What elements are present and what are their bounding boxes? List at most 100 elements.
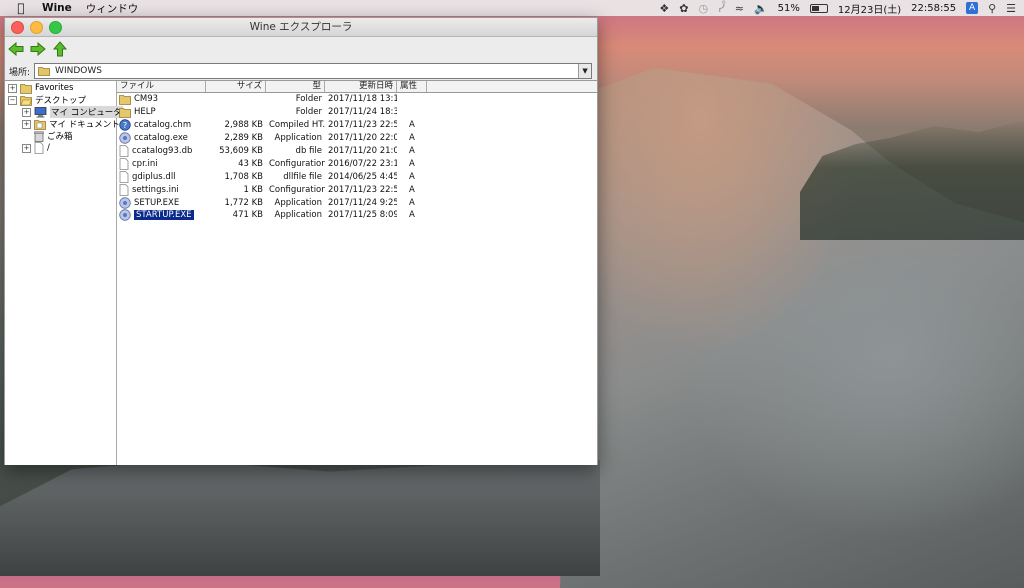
tree-expander[interactable]: − xyxy=(8,95,17,105)
column-attributes[interactable]: 属性 xyxy=(397,81,427,92)
file-type: db file xyxy=(295,146,322,156)
file-name-cell: gdiplus.dll xyxy=(117,170,206,183)
column-size[interactable]: サイズ xyxy=(206,81,266,92)
tree-expander[interactable]: + xyxy=(8,83,17,93)
file-type: Folder xyxy=(295,94,322,105)
tree-node[interactable]: + / xyxy=(22,142,50,154)
file-modified: 2017/11/24 9:25 xyxy=(328,197,397,208)
file-attributes: A xyxy=(409,171,415,182)
file-name: ccatalog.exe xyxy=(134,133,188,144)
battery-icon[interactable] xyxy=(809,3,828,13)
menubar-time[interactable]: 22:58:55 xyxy=(911,3,956,14)
file-row[interactable]: STARTUP.EXE 471 KB Application 2017/11/25 8… xyxy=(117,209,597,222)
trash-icon xyxy=(34,131,44,142)
tree-node[interactable]: − デスクトップ xyxy=(8,94,86,106)
file-size: 1,708 KB xyxy=(224,171,263,182)
tree-node-label: ごみ箱 xyxy=(47,132,73,142)
status-area: ❖ ✿ ◷ ᓮ ≈ 🔈 51% 12月23日(土) 22:58:55 A ⚲ ☰ xyxy=(659,0,1016,16)
file-row[interactable]: gdiplus.dll 1,708 KB dllfile file 2014/06/2… xyxy=(117,170,597,183)
tree-node[interactable]: ごみ箱 xyxy=(22,130,73,142)
location-dropdown-button[interactable]: ▼ xyxy=(578,64,592,78)
battery-percent[interactable]: 51% xyxy=(778,3,800,14)
evernote-icon[interactable]: ✿ xyxy=(679,2,688,15)
file-row[interactable]: HELP Folder 2017/11/24 18:39 xyxy=(117,106,597,119)
file-icon xyxy=(34,142,44,154)
location-label: 場所: xyxy=(9,67,31,78)
file-icon xyxy=(119,157,129,170)
zoom-button[interactable] xyxy=(49,21,62,34)
bluetooth-icon[interactable]: ᓮ xyxy=(718,2,725,15)
menubar-date[interactable]: 12月23日(土) xyxy=(838,1,901,16)
file-rows: CM93 Folder 2017/11/18 13:15 HELP Folder 2017… xyxy=(117,93,597,222)
file-attributes: A xyxy=(409,210,415,221)
file-name-cell: ? ccatalog.chm xyxy=(117,119,206,131)
up-button[interactable] xyxy=(51,40,69,58)
window-title: Wine エクスプローラ xyxy=(249,21,353,33)
time-machine-icon[interactable]: ◷ xyxy=(698,2,708,15)
up-arrow-icon xyxy=(53,41,67,57)
apple-icon[interactable]:  xyxy=(14,1,28,15)
tree-node[interactable]: + マイ ドキュメント xyxy=(22,118,120,130)
file-row[interactable]: ? ccatalog.chm 2,988 KB Compiled HT... 2017/… xyxy=(117,119,597,132)
file-name: CM93 xyxy=(134,94,159,105)
file-name: cpr.ini xyxy=(132,158,158,169)
file-icon xyxy=(119,183,129,196)
file-name-cell: cpr.ini xyxy=(117,157,206,170)
window-menu[interactable]: ウィンドウ xyxy=(86,1,139,16)
toolbar xyxy=(5,37,597,61)
computer-icon xyxy=(34,106,47,118)
file-name: gdiplus.dll xyxy=(132,171,176,182)
file-attributes: A xyxy=(409,158,415,169)
column-name[interactable]: ファイル xyxy=(117,81,206,92)
tree-expander[interactable]: + xyxy=(22,119,31,129)
location-combobox[interactable]: WINDOWS ▼ xyxy=(34,63,593,79)
file-icon xyxy=(119,145,129,157)
wifi-icon[interactable]: ≈ xyxy=(735,2,744,15)
back-arrow-icon xyxy=(8,42,24,56)
app-menu[interactable]: Wine xyxy=(42,2,72,14)
file-type: Configuration... xyxy=(269,158,325,169)
close-button[interactable] xyxy=(11,21,24,34)
file-name-cell: CM93 xyxy=(117,94,206,105)
file-type: dllfile file xyxy=(283,171,322,182)
column-type[interactable]: 型 xyxy=(266,81,325,92)
folder-open-icon xyxy=(20,95,32,106)
file-row[interactable]: CM93 Folder 2017/11/18 13:15 xyxy=(117,93,597,106)
file-name: STARTUP.EXE xyxy=(133,209,195,222)
explorer-panes: + Favorites − デスクトップ + マイ コンピュータ + マイ ドキュメントごみ箱… xyxy=(5,80,597,465)
tree-node[interactable]: + Favorites xyxy=(8,82,73,94)
file-row[interactable]: ccatalog93.db 53,609 KB db file 2017/11/20 … xyxy=(117,145,597,158)
file-type: Compiled HT... xyxy=(269,120,325,131)
application-icon xyxy=(119,196,131,209)
tree-node-label: デスクトップ xyxy=(35,96,87,106)
spotlight-icon[interactable]: ⚲ xyxy=(988,2,996,15)
file-row[interactable]: cpr.ini 43 KB Configuration...2016/07/22 2… xyxy=(117,157,597,170)
file-name: ccatalog93.db xyxy=(132,146,193,156)
file-modified: 2017/11/18 13:15 xyxy=(328,94,397,105)
file-name: ccatalog.chm xyxy=(134,120,192,131)
tree-expander[interactable]: + xyxy=(22,107,31,117)
tree-node[interactable]: + マイ コンピュータ xyxy=(22,106,123,118)
tree-expander[interactable]: + xyxy=(22,143,31,153)
file-icon xyxy=(119,170,129,183)
dropbox-icon[interactable]: ❖ xyxy=(659,2,669,15)
window-titlebar[interactable]: Wine エクスプローラ xyxy=(5,18,597,37)
file-name-cell: SETUP.EXE xyxy=(117,196,206,209)
location-bar: 場所: WINDOWS ▼ xyxy=(5,61,597,81)
file-row[interactable]: ccatalog.exe 2,289 KB Application 2017/11/2… xyxy=(117,132,597,145)
folder-icon xyxy=(119,107,131,118)
folder-tree[interactable]: + Favorites − デスクトップ + マイ コンピュータ + マイ ドキュメントごみ箱… xyxy=(5,81,123,465)
back-button[interactable] xyxy=(7,40,25,58)
file-size: 43 KB xyxy=(238,158,263,169)
notification-center-icon[interactable]: ☰ xyxy=(1006,2,1016,15)
minimize-button[interactable] xyxy=(30,21,43,34)
forward-button[interactable] xyxy=(29,40,47,58)
file-size: 471 KB xyxy=(232,210,263,221)
file-list[interactable]: ファイル サイズ 型 更新日時 属性 CM93 Folder 2017/11/18 … xyxy=(117,81,597,465)
location-value: WINDOWS xyxy=(55,66,102,76)
column-modified[interactable]: 更新日時 xyxy=(325,81,397,92)
input-method-icon[interactable]: A xyxy=(966,2,979,14)
file-row[interactable]: SETUP.EXE 1,772 KB Application 2017/11/24 9… xyxy=(117,196,597,209)
file-row[interactable]: settings.ini 1 KB Configuration...2017/11/… xyxy=(117,183,597,196)
volume-icon[interactable]: 🔈 xyxy=(754,2,768,15)
